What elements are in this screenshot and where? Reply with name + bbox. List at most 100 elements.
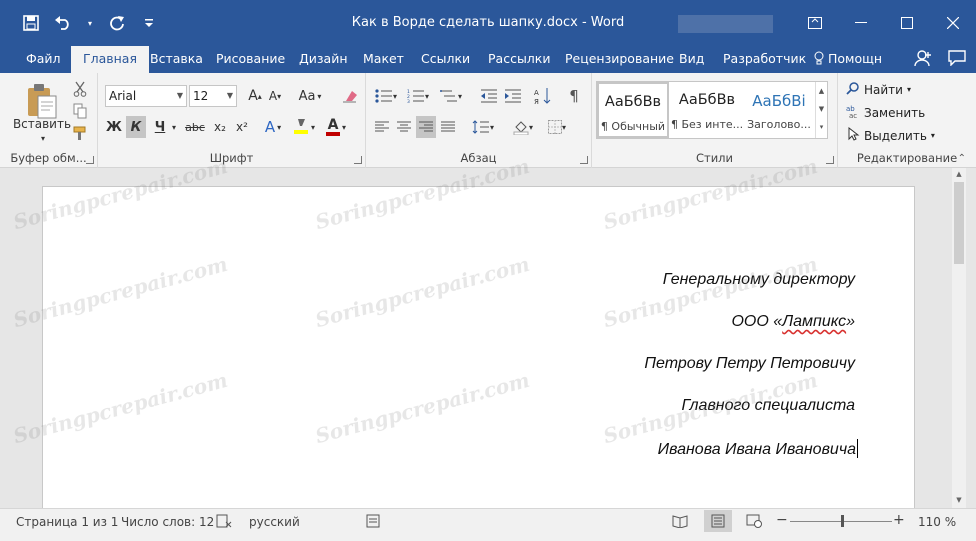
tab-layout[interactable]: Макет bbox=[351, 46, 416, 73]
cut-icon[interactable] bbox=[70, 79, 90, 99]
read-mode-icon[interactable] bbox=[672, 514, 688, 531]
bold-button[interactable]: Ж bbox=[104, 116, 124, 138]
highlight-color-button[interactable]: ▾ bbox=[290, 116, 318, 138]
chevron-down-icon[interactable]: ▼ bbox=[816, 100, 827, 118]
borders-icon[interactable]: ▾ bbox=[542, 116, 572, 138]
clear-formatting-icon[interactable] bbox=[340, 86, 360, 106]
paste-button[interactable]: Вставить bbox=[6, 115, 78, 133]
strikethrough-button[interactable]: abc bbox=[182, 116, 208, 138]
more-styles-icon[interactable]: ▾ bbox=[816, 118, 827, 136]
scroll-thumb[interactable] bbox=[954, 182, 964, 264]
web-layout-icon[interactable] bbox=[746, 514, 762, 531]
font-launcher-icon[interactable] bbox=[354, 156, 362, 164]
tab-file[interactable]: Файл bbox=[14, 46, 73, 73]
minimize-icon[interactable] bbox=[838, 0, 884, 46]
misspelled-word: Лампикс bbox=[782, 313, 847, 330]
scroll-down-icon[interactable]: ▼ bbox=[952, 494, 966, 506]
styles-group-label: Стили bbox=[695, 151, 734, 165]
bullets-icon[interactable]: ▾ bbox=[372, 85, 400, 107]
underline-dropdown-icon[interactable]: ▾ bbox=[170, 120, 178, 134]
chevron-up-icon[interactable]: ▲ bbox=[816, 82, 827, 100]
tab-view[interactable]: Вид bbox=[667, 46, 716, 73]
show-formatting-marks-icon[interactable]: ¶ bbox=[564, 85, 584, 107]
search-icon bbox=[846, 81, 860, 98]
justify-icon[interactable] bbox=[438, 116, 458, 138]
italic-button[interactable]: К bbox=[126, 116, 146, 138]
editing-group-label: Редактирование bbox=[856, 151, 958, 165]
ribbon-tab-bar: Файл Главная Вставка Рисование Дизайн Ма… bbox=[0, 46, 976, 73]
zoom-level[interactable]: 110 % bbox=[918, 515, 956, 529]
sort-icon[interactable]: AЯ bbox=[532, 85, 554, 107]
zoom-slider-thumb[interactable] bbox=[841, 515, 844, 527]
font-size-value: 12 bbox=[193, 89, 209, 103]
page-count[interactable]: Страница 1 из 1 bbox=[16, 515, 118, 529]
align-center-icon[interactable] bbox=[394, 116, 414, 138]
clipboard-group-label: Буфер обм... bbox=[10, 151, 87, 165]
document-line-4: Главного специалиста bbox=[681, 397, 855, 414]
tell-me-label: Помощн bbox=[828, 51, 883, 66]
select-button[interactable]: Выделить ▾ bbox=[846, 126, 935, 144]
proofing-icon[interactable] bbox=[216, 513, 232, 532]
underline-button[interactable]: Ч bbox=[150, 116, 170, 138]
format-painter-icon[interactable] bbox=[70, 123, 90, 143]
zoom-out-button[interactable]: − bbox=[776, 512, 788, 528]
change-case-button[interactable]: Aa ▾ bbox=[296, 86, 324, 106]
copy-icon[interactable] bbox=[70, 101, 90, 121]
tab-tell-me[interactable]: Помощн bbox=[802, 46, 894, 73]
paragraph-launcher-icon[interactable] bbox=[580, 156, 588, 164]
ribbon-display-options-icon[interactable] bbox=[792, 0, 838, 46]
grow-font-label: A bbox=[248, 88, 258, 104]
document-line-2: ООО «Лампикс» bbox=[731, 313, 855, 331]
document-page[interactable]: Генеральному директору ООО «Лампикс» Пет… bbox=[42, 186, 915, 516]
font-size-select[interactable]: 12 ▼ bbox=[189, 85, 237, 107]
style-heading-1[interactable]: АаБбВі Заголово... bbox=[743, 82, 815, 138]
macro-recording-icon[interactable] bbox=[366, 514, 380, 531]
tab-references[interactable]: Ссылки bbox=[409, 46, 482, 73]
replace-button[interactable]: ab ac Заменить bbox=[846, 104, 925, 121]
increase-indent-icon[interactable] bbox=[502, 85, 524, 107]
styles-launcher-icon[interactable] bbox=[826, 156, 834, 164]
tab-design[interactable]: Дизайн bbox=[287, 46, 360, 73]
scroll-up-icon[interactable]: ▲ bbox=[952, 168, 966, 180]
text-effects-button[interactable]: A ▾ bbox=[260, 116, 286, 138]
multilevel-list-icon[interactable]: ▾ bbox=[436, 85, 466, 107]
shrink-font-button[interactable]: A ▾ bbox=[266, 86, 284, 106]
align-left-icon[interactable] bbox=[372, 116, 392, 138]
font-family-select[interactable]: Arial ▼ bbox=[105, 85, 187, 107]
tab-bar-tools bbox=[914, 46, 966, 73]
tab-mailings[interactable]: Рассылки bbox=[476, 46, 562, 73]
numbering-icon[interactable]: 123 ▾ bbox=[404, 85, 432, 107]
line-spacing-icon[interactable]: ▾ bbox=[468, 116, 498, 138]
ribbon: Вставить ▾ Буфер обм... Arial ▼ 12 ▼ A ▴ A ▾… bbox=[0, 73, 976, 168]
print-layout-icon[interactable] bbox=[704, 510, 732, 532]
language[interactable]: русский bbox=[249, 515, 300, 529]
style-name: Заголово... bbox=[747, 118, 811, 131]
styles-gallery-scroll[interactable]: ▲ ▼ ▾ bbox=[815, 82, 827, 138]
close-icon[interactable] bbox=[930, 0, 976, 46]
replace-icon: ab ac bbox=[846, 104, 860, 121]
word-count[interactable]: Число слов: 12 bbox=[121, 515, 214, 529]
paste-dropdown-icon[interactable]: ▾ bbox=[38, 133, 48, 143]
find-button[interactable]: Найти ▾ bbox=[846, 81, 911, 98]
account-name-area[interactable] bbox=[678, 15, 773, 33]
align-right-icon[interactable] bbox=[416, 116, 436, 138]
grow-font-button[interactable]: A ▴ bbox=[246, 86, 264, 106]
font-color-button[interactable]: A ▾ bbox=[322, 116, 350, 138]
style-normal[interactable]: АаБбВв ¶ Обычный bbox=[597, 82, 669, 138]
decrease-indent-icon[interactable] bbox=[478, 85, 500, 107]
zoom-in-button[interactable]: + bbox=[893, 512, 905, 528]
chevron-down-icon: ▼ bbox=[226, 91, 233, 100]
font-color-bar bbox=[325, 131, 340, 136]
lightbulb-icon bbox=[814, 46, 824, 72]
superscript-button[interactable]: x² bbox=[232, 116, 252, 138]
share-user-icon[interactable] bbox=[914, 50, 932, 69]
comments-icon[interactable] bbox=[948, 50, 966, 69]
shading-icon[interactable]: ▾ bbox=[508, 116, 538, 138]
collapse-ribbon-icon[interactable]: ⌃ bbox=[958, 153, 966, 164]
subscript-button[interactable]: x₂ bbox=[210, 116, 230, 138]
maximize-icon[interactable] bbox=[884, 0, 930, 46]
style-no-spacing[interactable]: АаБбВв ¶ Без инте... bbox=[671, 82, 743, 138]
clipboard-launcher-icon[interactable] bbox=[86, 156, 94, 164]
vertical-scrollbar[interactable]: ▲ ▼ bbox=[952, 168, 966, 508]
tab-draw[interactable]: Рисование bbox=[204, 46, 297, 73]
